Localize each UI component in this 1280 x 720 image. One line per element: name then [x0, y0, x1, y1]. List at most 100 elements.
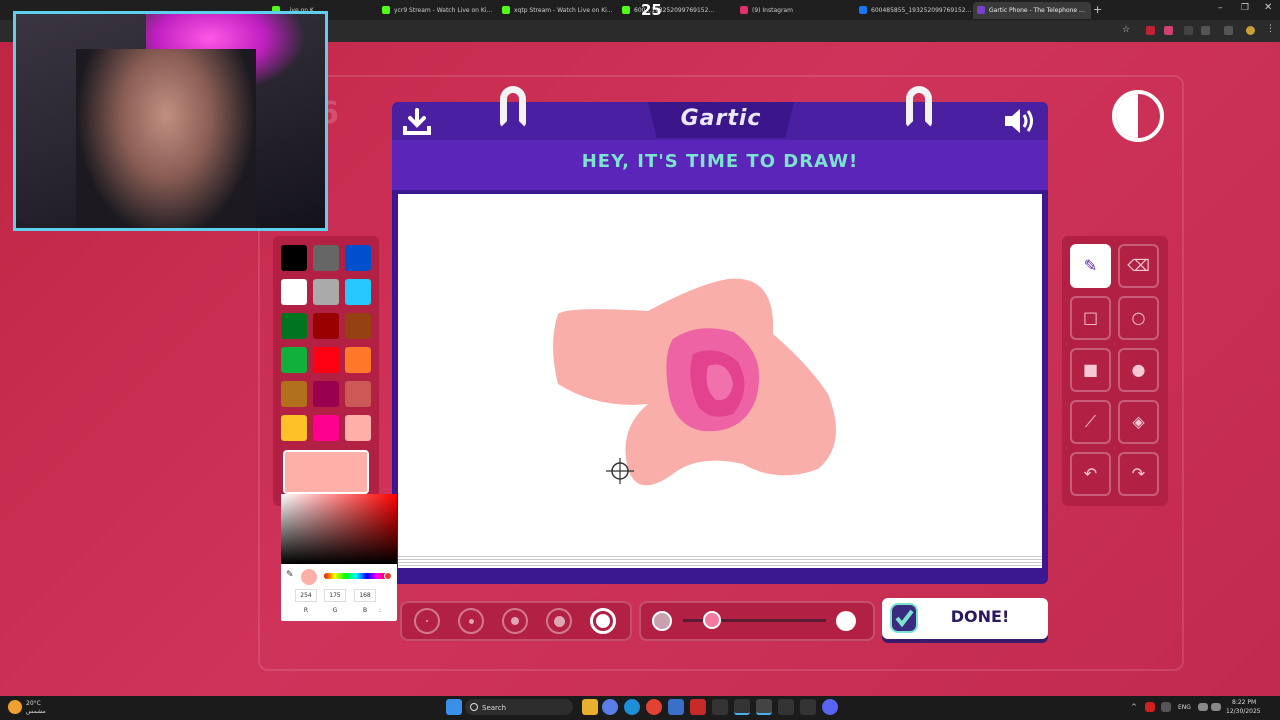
- app-icon[interactable]: [602, 699, 618, 715]
- app-icon[interactable]: [668, 699, 684, 715]
- redo-tool[interactable]: ↷: [1118, 452, 1159, 496]
- clock-date[interactable]: 12/30/2025: [1226, 708, 1261, 715]
- menu-icon[interactable]: ⋮: [1266, 24, 1275, 34]
- ellipse-outline-tool[interactable]: ○: [1118, 296, 1159, 340]
- r-value-input[interactable]: 254: [295, 589, 317, 602]
- search-icon: [470, 703, 478, 711]
- app-icon[interactable]: [734, 699, 750, 715]
- color-swatch[interactable]: [281, 347, 307, 373]
- eraser-tool[interactable]: ⌫: [1118, 244, 1159, 288]
- maximize-icon[interactable]: ❐: [1241, 3, 1249, 13]
- pencil-tool[interactable]: ✎: [1070, 244, 1111, 288]
- app-icon[interactable]: [800, 699, 816, 715]
- download-button[interactable]: [402, 108, 432, 136]
- color-swatch[interactable]: [313, 347, 339, 373]
- start-icon[interactable]: [446, 699, 462, 715]
- new-tab-icon[interactable]: +: [1093, 3, 1102, 16]
- pencil-icon: ✎: [1083, 256, 1098, 275]
- color-swatch[interactable]: [281, 279, 307, 305]
- bookmark-star-icon[interactable]: ☆: [1122, 25, 1131, 35]
- tray-icon[interactable]: [1161, 702, 1171, 712]
- ellipse-fill-tool[interactable]: ●: [1118, 348, 1159, 392]
- network-icon[interactable]: [1198, 703, 1208, 711]
- app-icon[interactable]: [690, 699, 706, 715]
- sidebar-icon[interactable]: [1224, 26, 1233, 35]
- brush-size-option[interactable]: [590, 608, 616, 634]
- headline: HEY, IT'S TIME TO DRAW!: [581, 151, 859, 172]
- sound-button[interactable]: [1002, 106, 1038, 136]
- rect-outline-tool[interactable]: □: [1070, 296, 1111, 340]
- browser-tab-3[interactable]: xqtp Stream - Watch Live on Ki...: [498, 2, 616, 19]
- notebook-pages: [398, 554, 1042, 568]
- language-indicator[interactable]: ENG: [1178, 704, 1191, 711]
- opacity-knob[interactable]: [702, 611, 721, 629]
- hue-slider[interactable]: [324, 573, 388, 579]
- webcam-overlay: [13, 11, 328, 231]
- color-swatch[interactable]: [281, 415, 307, 441]
- tray-chevron-icon[interactable]: ^: [1131, 703, 1137, 711]
- undo-tool[interactable]: ↶: [1070, 452, 1111, 496]
- color-swatch[interactable]: [345, 347, 371, 373]
- color-swatch[interactable]: [345, 313, 371, 339]
- hue-knob[interactable]: [384, 572, 392, 580]
- close-window-icon[interactable]: ✕: [1264, 2, 1272, 13]
- color-swatch[interactable]: [345, 381, 371, 407]
- extensions-puzzle-icon[interactable]: [1201, 26, 1210, 35]
- app-icon[interactable]: [778, 699, 794, 715]
- browser-tab-5[interactable]: (9) Instagram: [736, 2, 854, 19]
- app-icon[interactable]: [712, 699, 728, 715]
- extension-icon[interactable]: [1164, 26, 1173, 35]
- clock-time[interactable]: 8:22 PM: [1232, 699, 1256, 706]
- drawing: [553, 278, 836, 486]
- line-tool[interactable]: ⟋: [1070, 400, 1111, 444]
- color-swatch[interactable]: [313, 245, 339, 271]
- file-explorer-icon[interactable]: [582, 699, 598, 715]
- browser-tab-active[interactable]: Gartic Phone - The Telephone ...: [973, 2, 1091, 19]
- color-swatch[interactable]: [313, 415, 339, 441]
- color-swatch[interactable]: [281, 313, 307, 339]
- b-value-input[interactable]: 168: [354, 589, 376, 602]
- search-label: Search: [482, 704, 507, 712]
- rect-fill-tool[interactable]: ■: [1070, 348, 1111, 392]
- extension-icon[interactable]: [1184, 26, 1193, 35]
- g-value-input[interactable]: 175: [324, 589, 346, 602]
- paint-bucket-icon: ◈: [1132, 412, 1145, 431]
- done-label: DONE!: [950, 607, 1010, 626]
- color-swatch[interactable]: [281, 381, 307, 407]
- profile-avatar[interactable]: [1246, 26, 1255, 35]
- tray-icon[interactable]: [1145, 702, 1155, 712]
- volume-icon[interactable]: [1211, 703, 1221, 711]
- brush-size-option[interactable]: [546, 608, 572, 634]
- weather-icon[interactable]: [8, 700, 22, 714]
- saturation-area[interactable]: [281, 494, 397, 564]
- chrome-icon[interactable]: [646, 699, 662, 715]
- app-icon[interactable]: [756, 699, 772, 715]
- extension-icon[interactable]: [1146, 26, 1155, 35]
- color-swatch[interactable]: [345, 415, 371, 441]
- fill-tool[interactable]: ◈: [1118, 400, 1159, 444]
- brush-size-option[interactable]: [502, 608, 528, 634]
- color-swatch[interactable]: [313, 313, 339, 339]
- drawing-canvas[interactable]: [398, 194, 1042, 554]
- current-color[interactable]: [283, 450, 369, 494]
- color-swatch[interactable]: [313, 381, 339, 407]
- line-icon: ⟋: [1084, 412, 1097, 431]
- discord-icon[interactable]: [822, 699, 838, 715]
- edge-icon[interactable]: [624, 699, 640, 715]
- color-swatch[interactable]: [345, 279, 371, 305]
- eyedropper-icon[interactable]: ✎: [286, 570, 296, 580]
- minimize-icon[interactable]: –: [1218, 3, 1223, 13]
- color-swatch[interactable]: [281, 245, 307, 271]
- picker-mode-toggle[interactable]: :: [370, 607, 390, 614]
- browser-tab-6[interactable]: 600485855_193252099769152...: [855, 2, 973, 19]
- color-swatch[interactable]: [345, 245, 371, 271]
- theme-toggle-button[interactable]: [1112, 90, 1164, 142]
- color-swatch[interactable]: [313, 279, 339, 305]
- brush-size-option[interactable]: [414, 608, 440, 634]
- eraser-icon: ⌫: [1127, 256, 1150, 275]
- brush-size-option[interactable]: [458, 608, 484, 634]
- browser-tab-4[interactable]: 600...193252099769152...: [618, 2, 736, 19]
- taskbar: 20°C مشمس Search ^ ENG 8:22 PM 12/30/202…: [0, 696, 1280, 720]
- opacity-low-icon: [652, 611, 672, 631]
- browser-tab-2[interactable]: ycr9 Stream - Watch Live on Ki...: [378, 2, 496, 19]
